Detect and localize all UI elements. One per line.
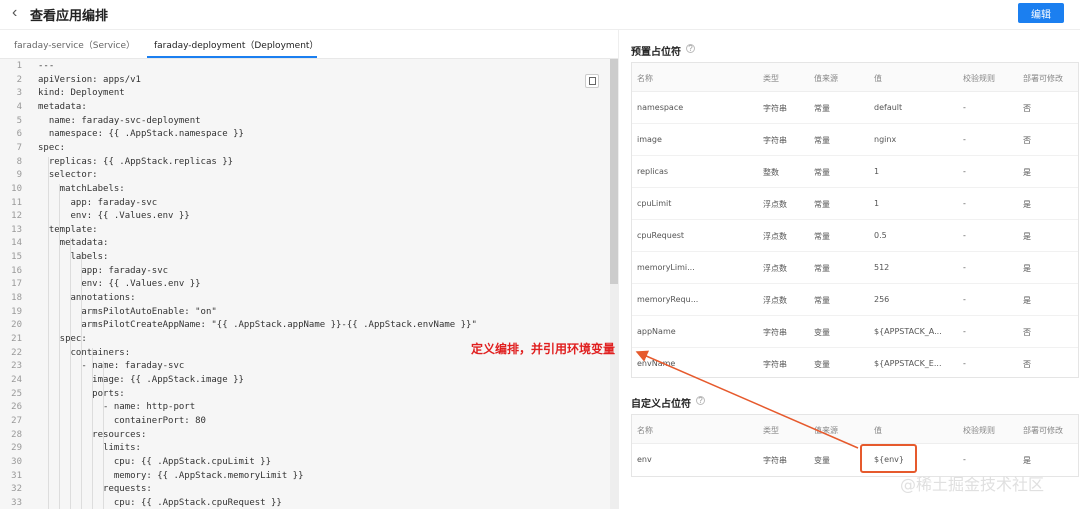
annotation-text: 定义编排，并引用环境变量 [471,342,616,356]
watermark-text: @稀土掘金技术社区 [900,475,1045,494]
annotation-arrow [635,350,859,449]
